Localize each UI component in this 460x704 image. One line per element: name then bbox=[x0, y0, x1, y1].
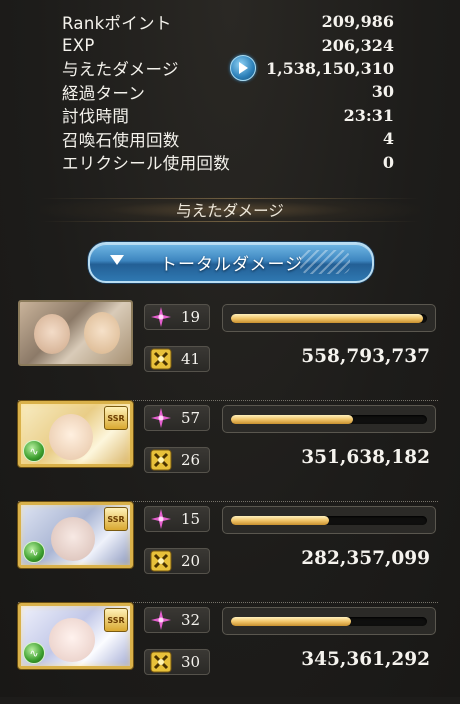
stat-value: 0 bbox=[382, 152, 394, 172]
charge-attack-count: 26 bbox=[181, 451, 201, 469]
stat-turns: 経過ターン 30 bbox=[62, 80, 394, 103]
portrait-face bbox=[34, 314, 70, 354]
character-portrait[interactable]: SSR ∿ bbox=[18, 603, 133, 669]
charge-attack-icon bbox=[149, 448, 173, 472]
damage-bar-track bbox=[231, 314, 427, 323]
stat-elixir-uses: エリクシール使用回数 0 bbox=[62, 150, 394, 174]
stat-value: 209,986 bbox=[321, 12, 394, 32]
charge-attack-count-box: 20 bbox=[144, 548, 210, 574]
stat-value: 30 bbox=[371, 82, 394, 102]
party-member-row: SSR ∿ 57 26 351,638,182 bbox=[18, 401, 438, 502]
skill-count-box: 15 bbox=[144, 506, 210, 532]
damage-bar bbox=[222, 405, 436, 433]
damage-bar-fill bbox=[231, 314, 424, 323]
stat-label: Rankポイント bbox=[62, 13, 172, 33]
stat-damage-dealt: 与えたダメージ 1,538,150,310 bbox=[62, 55, 394, 82]
wind-element-icon: ∿ bbox=[23, 541, 45, 563]
stat-label: 討伐時間 bbox=[62, 107, 130, 127]
damage-bar bbox=[222, 506, 436, 534]
portrait-face bbox=[49, 618, 95, 662]
sparkle-icon bbox=[149, 305, 173, 329]
portrait-face bbox=[49, 414, 93, 460]
damage-type-dropdown[interactable]: トータルダメージ bbox=[88, 242, 374, 283]
skill-count: 32 bbox=[181, 611, 201, 629]
charge-attack-icon bbox=[149, 549, 173, 573]
stat-summon-uses: 召喚石使用回数 4 bbox=[62, 127, 394, 150]
stat-label: 経過ターン bbox=[62, 83, 146, 103]
character-portrait[interactable]: SSR ∿ bbox=[18, 502, 133, 568]
character-portrait[interactable]: SSR ∿ bbox=[18, 401, 133, 467]
damage-bar-fill bbox=[231, 516, 329, 525]
damage-bar bbox=[222, 607, 436, 635]
charge-attack-count-box: 41 bbox=[144, 346, 210, 372]
stat-label: 召喚石使用回数 bbox=[62, 130, 180, 150]
party-member-row: SSR ∿ 32 30 345,361,292 bbox=[18, 603, 438, 704]
stat-label: 与えたダメージ bbox=[62, 60, 179, 80]
damage-value: 282,357,099 bbox=[301, 548, 430, 569]
sparkle-icon bbox=[149, 507, 173, 531]
skill-count-box: 19 bbox=[144, 304, 210, 330]
damage-bar-track bbox=[231, 516, 427, 525]
stat-value-wrap: 1,538,150,310 bbox=[229, 55, 394, 82]
damage-section-header: 与えたダメージ bbox=[40, 196, 420, 224]
charge-attack-count: 30 bbox=[181, 653, 201, 671]
damage-bar-fill bbox=[231, 415, 353, 424]
ssr-badge: SSR bbox=[104, 406, 128, 430]
damage-bar-fill bbox=[231, 617, 351, 626]
skill-count: 19 bbox=[181, 308, 201, 326]
damage-bar-track bbox=[231, 415, 427, 424]
stat-value: 23:31 bbox=[343, 105, 394, 125]
party-member-row: 19 41 558,793,737 bbox=[18, 300, 438, 401]
party-member-row: SSR ∿ 15 20 282,357,099 bbox=[18, 502, 438, 603]
sparkle-icon bbox=[149, 406, 173, 430]
skill-count-box: 32 bbox=[144, 607, 210, 633]
stat-time: 討伐時間 23:31 bbox=[62, 104, 394, 127]
stat-value: 206,324 bbox=[321, 35, 394, 55]
charge-attack-count-box: 26 bbox=[144, 447, 210, 473]
stat-label: エリクシール使用回数 bbox=[62, 154, 230, 174]
charge-attack-count: 20 bbox=[181, 552, 201, 570]
portrait-face bbox=[51, 517, 95, 561]
section-title: 与えたダメージ bbox=[176, 202, 284, 220]
ornament-pattern bbox=[300, 250, 350, 274]
damage-value: 558,793,737 bbox=[301, 346, 430, 367]
stat-exp: EXP 206,324 bbox=[62, 33, 394, 56]
charge-attack-icon bbox=[149, 650, 173, 674]
caret-down-icon bbox=[110, 255, 124, 265]
damage-bar bbox=[222, 304, 436, 332]
skill-count: 15 bbox=[181, 510, 201, 528]
play-icon[interactable] bbox=[229, 55, 256, 82]
stat-label: EXP bbox=[62, 35, 95, 55]
wind-element-icon: ∿ bbox=[23, 440, 45, 462]
damage-bar-track bbox=[231, 617, 427, 626]
sparkle-icon bbox=[149, 608, 173, 632]
stat-rank-points: Rankポイント 209,986 bbox=[62, 10, 394, 33]
dropdown-label: トータルダメージ bbox=[160, 255, 304, 275]
charge-attack-count-box: 30 bbox=[144, 649, 210, 675]
character-portrait[interactable] bbox=[18, 300, 133, 366]
stat-value: 1,538,150,310 bbox=[265, 58, 394, 78]
wind-element-icon: ∿ bbox=[23, 642, 45, 664]
stat-value: 4 bbox=[382, 129, 394, 149]
ssr-badge: SSR bbox=[104, 507, 128, 531]
portrait-face bbox=[84, 312, 120, 354]
skill-count-box: 57 bbox=[144, 405, 210, 431]
battle-stats: Rankポイント 209,986 EXP 206,324 与えたダメージ 1,5… bbox=[62, 10, 394, 174]
charge-attack-count: 41 bbox=[181, 350, 201, 368]
damage-value: 351,638,182 bbox=[301, 447, 430, 468]
skill-count: 57 bbox=[181, 409, 201, 427]
damage-value: 345,361,292 bbox=[301, 649, 430, 670]
charge-attack-icon bbox=[149, 347, 173, 371]
ssr-badge: SSR bbox=[104, 608, 128, 632]
